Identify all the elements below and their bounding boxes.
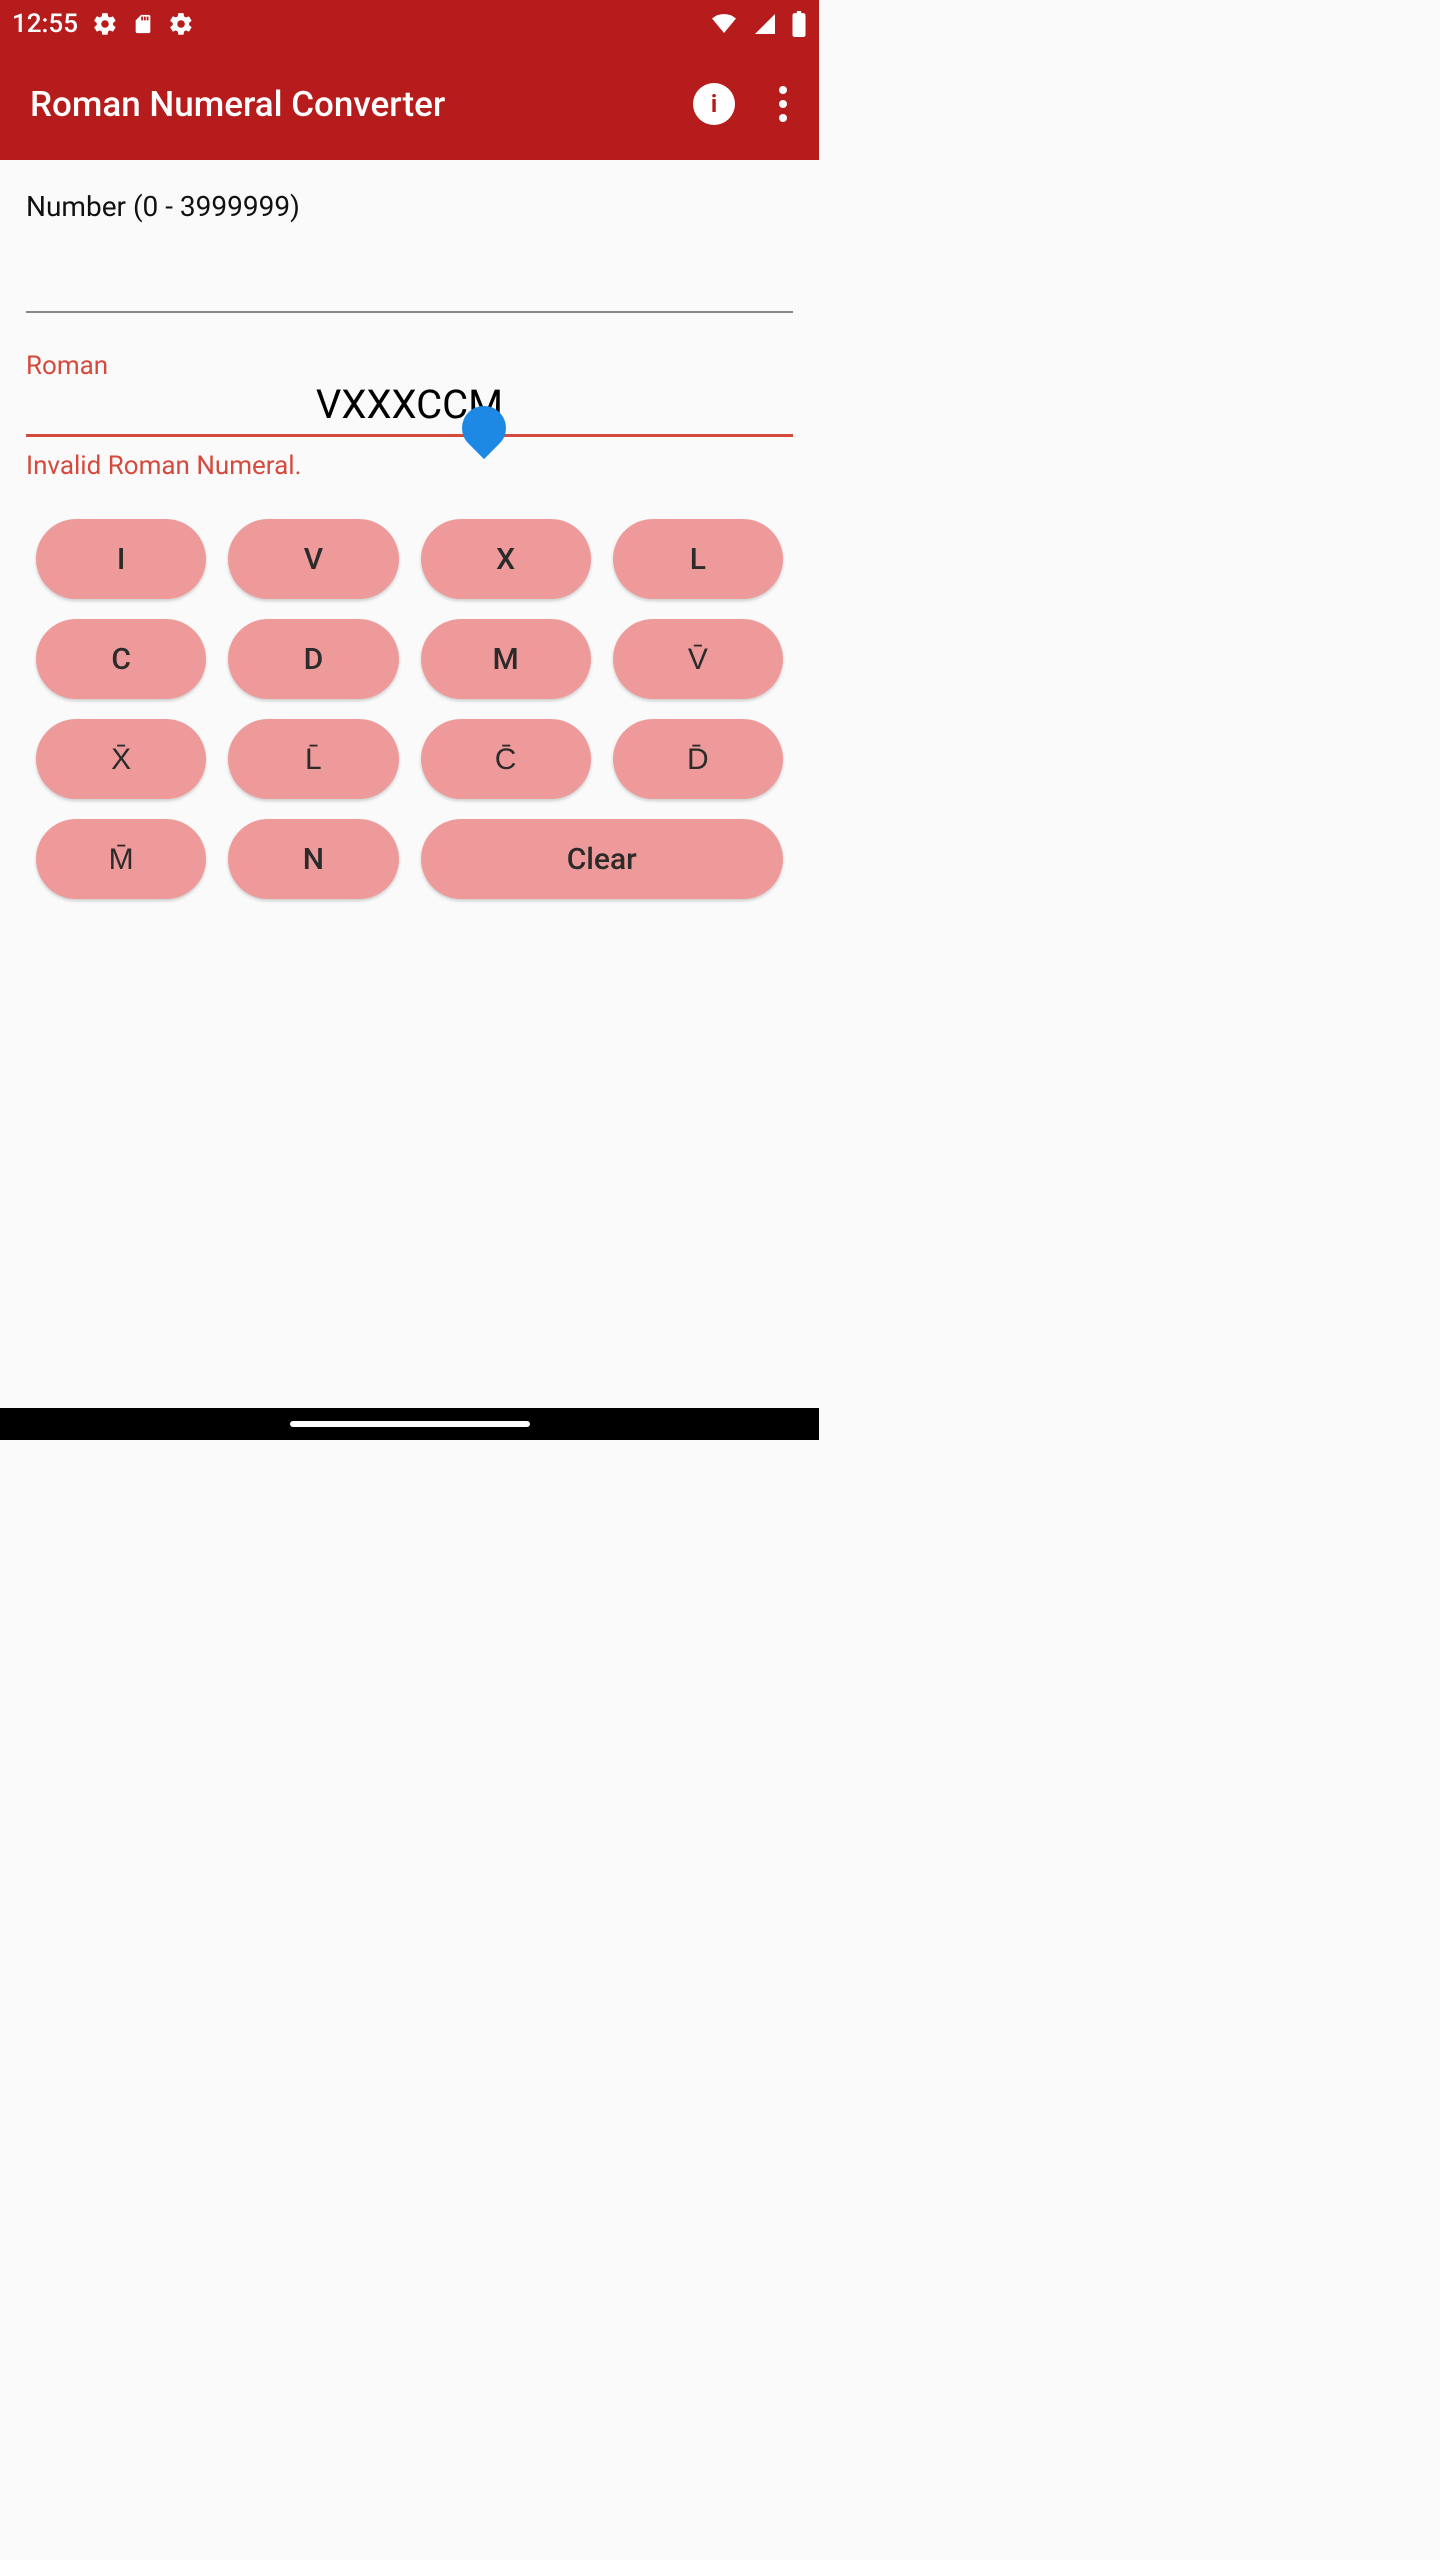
app-bar: Roman Numeral Converter i: [0, 48, 819, 160]
signal-icon: [753, 12, 777, 36]
wifi-icon: [709, 12, 739, 36]
roman-field: Roman Invalid Roman Numeral.: [26, 351, 793, 481]
status-bar: 12:55: [0, 0, 819, 48]
roman-keypad: I V X L C D M V̄ X̄ L̄ C̄ D̄ M̄ N Clear: [26, 519, 793, 899]
key-c-bar[interactable]: C̄: [421, 719, 591, 799]
key-x-bar[interactable]: X̄: [36, 719, 206, 799]
key-v[interactable]: V: [228, 519, 398, 599]
key-l-bar[interactable]: L̄: [228, 719, 398, 799]
gear-bug-icon: [92, 11, 118, 37]
roman-label: Roman: [26, 351, 793, 381]
nav-home-pill[interactable]: [290, 1421, 530, 1427]
clear-button[interactable]: Clear: [421, 819, 784, 899]
number-field: Number (0 - 3999999): [26, 190, 793, 313]
status-time: 12:55: [12, 9, 78, 39]
key-x[interactable]: X: [421, 519, 591, 599]
app-title: Roman Numeral Converter: [30, 84, 445, 125]
more-options-button[interactable]: [771, 78, 795, 130]
info-icon: i: [711, 90, 717, 118]
key-d[interactable]: D: [228, 619, 398, 699]
key-n[interactable]: N: [228, 819, 398, 899]
gear-bug-icon: [168, 11, 194, 37]
key-c[interactable]: C: [36, 619, 206, 699]
dot-icon: [779, 100, 787, 108]
sd-card-icon: [132, 11, 154, 37]
key-m-bar[interactable]: M̄: [36, 819, 206, 899]
number-input[interactable]: [26, 257, 793, 313]
roman-input[interactable]: [26, 381, 793, 437]
android-nav-bar: [0, 1408, 819, 1440]
key-v-bar[interactable]: V̄: [613, 619, 783, 699]
key-i[interactable]: I: [36, 519, 206, 599]
info-button[interactable]: i: [693, 83, 735, 125]
dot-icon: [779, 86, 787, 94]
content-area: Number (0 - 3999999) Roman Invalid Roman…: [0, 160, 819, 1408]
dot-icon: [779, 114, 787, 122]
key-m[interactable]: M: [421, 619, 591, 699]
key-l[interactable]: L: [613, 519, 783, 599]
number-label: Number (0 - 3999999): [26, 190, 793, 223]
roman-error-text: Invalid Roman Numeral.: [26, 451, 793, 481]
battery-icon: [791, 11, 807, 37]
key-d-bar[interactable]: D̄: [613, 719, 783, 799]
